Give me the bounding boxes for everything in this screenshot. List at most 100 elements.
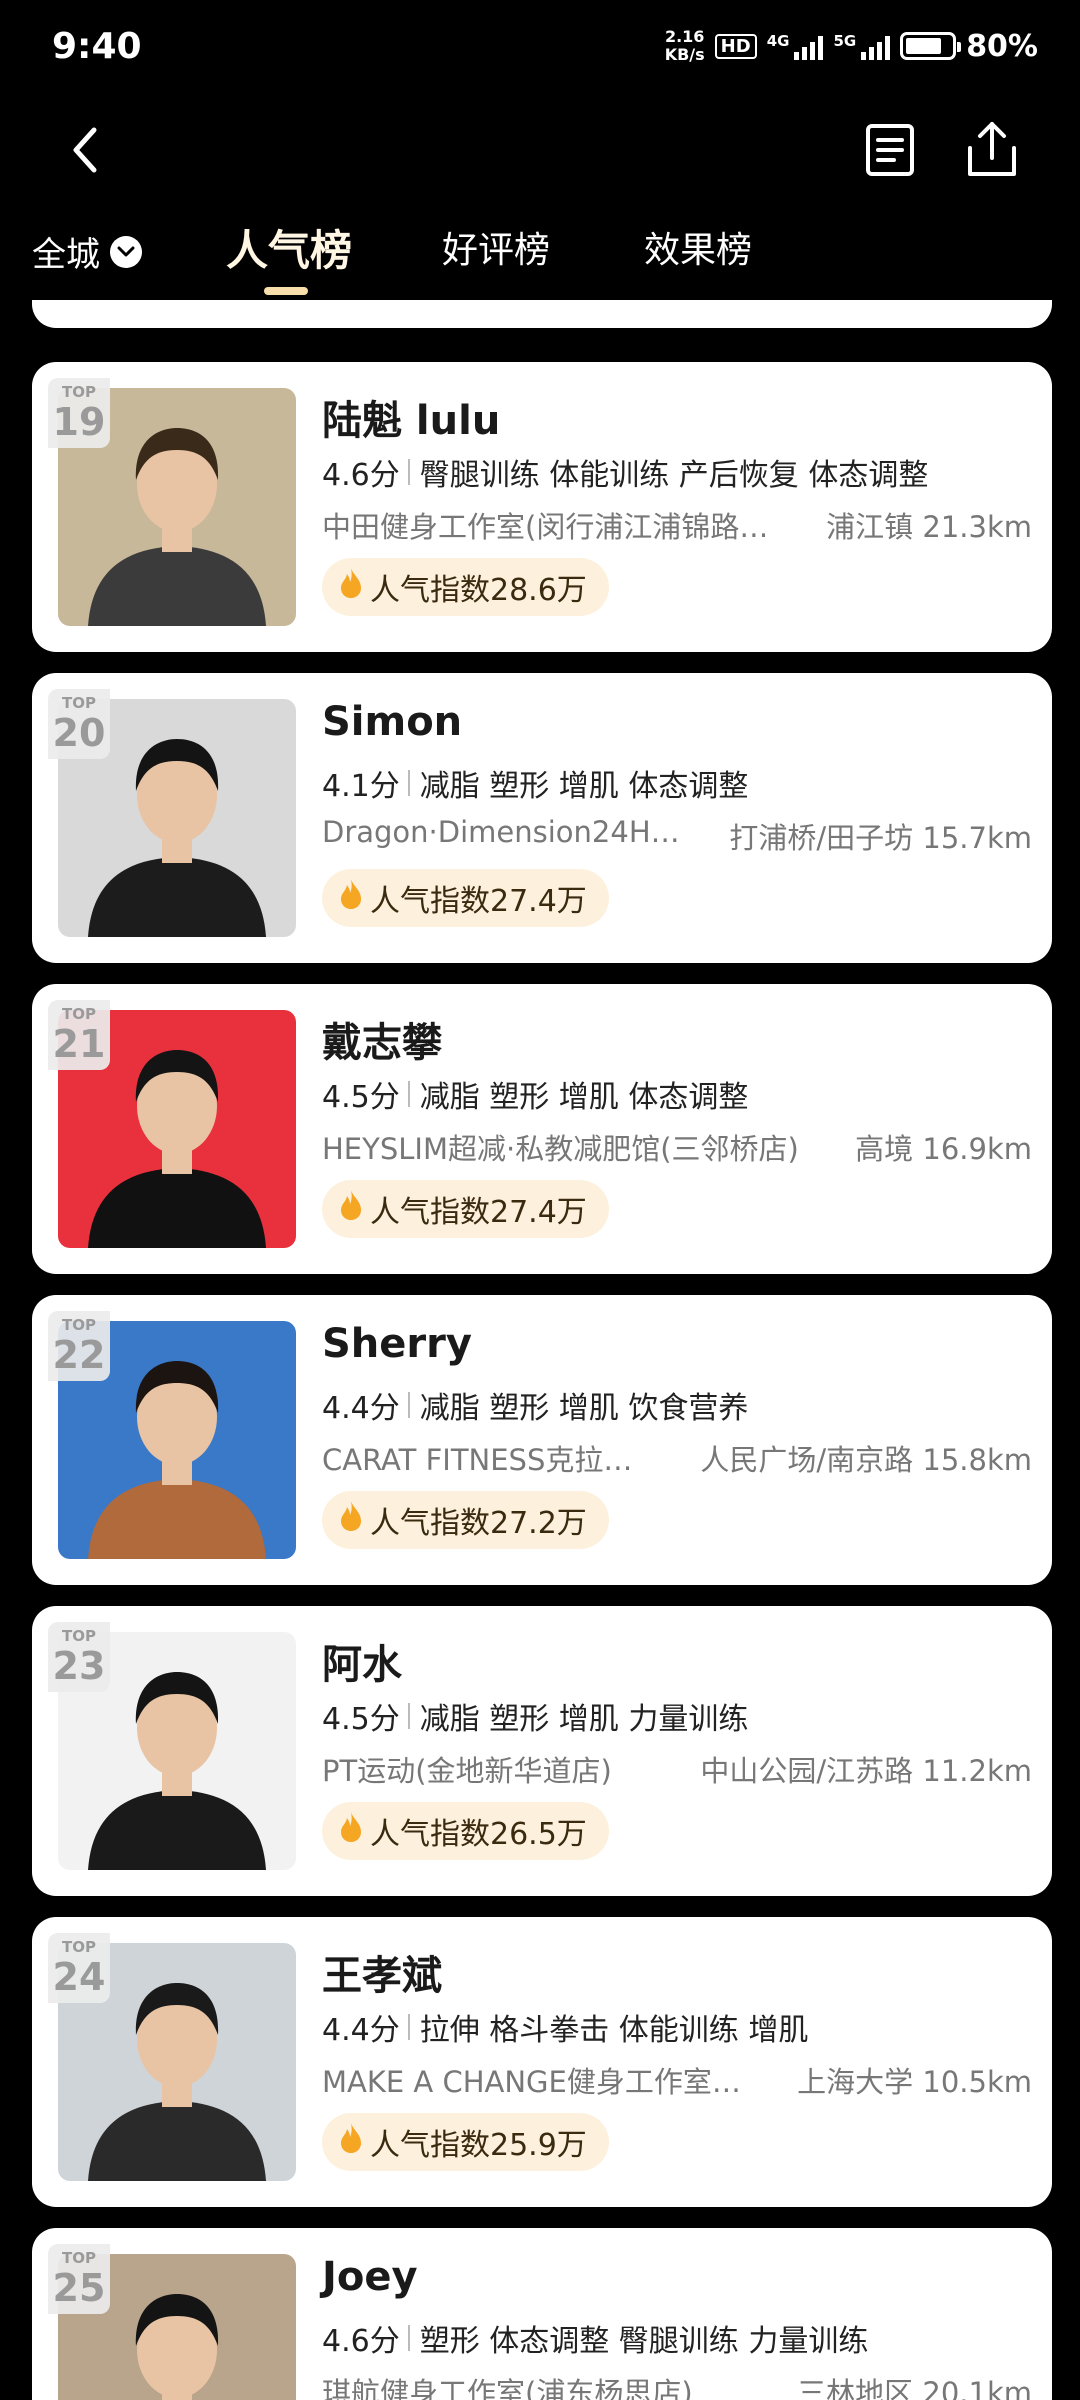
signal-5g-label: 5G — [833, 32, 857, 50]
flame-icon — [338, 1500, 364, 1540]
coach-meta: 4.6分 塑形 体态调整 臀腿训练 力量训练 — [322, 2316, 868, 2360]
ranking-tabs: 全城 人气榜 好评榜 效果榜 — [0, 205, 1080, 300]
flame-icon — [338, 567, 364, 607]
coach-card[interactable]: TOP 24 王孝斌 4.4分 拉伸 格斗拳击 体能训练 增肌 MAKE A CHANGE… — [32, 1917, 1052, 2207]
rank-top-label: TOP — [62, 383, 96, 401]
rank-number: 25 — [52, 2266, 106, 2310]
rank-top-label: TOP — [62, 1627, 96, 1645]
coach-rating: 4.6分 — [322, 458, 400, 493]
coach-meta: 4.5分 减脂 塑形 增肌 力量训练 — [322, 1694, 748, 1738]
gym-info: PT运动(金地新华道店) 中山公园/江苏路 11.2km — [322, 1748, 1032, 1790]
coach-tags: 臀腿训练 体能训练 产后恢复 体态调整 — [419, 458, 929, 493]
tab-good-reviews[interactable]: 好评榜 — [442, 221, 550, 273]
battery-icon — [900, 32, 962, 60]
gym-location-distance: 浦江镇 21.3km — [826, 510, 1032, 544]
status-indicators: 2.16 KB/s HD 4G 5G 80% — [665, 28, 1038, 64]
rank-top-label: TOP — [62, 2249, 96, 2267]
gym-name: 琪航健身工作室(浦东杨思店) — [322, 2376, 693, 2400]
gym-name: CARAT FITNESS克拉… — [322, 1443, 633, 1477]
flame-icon — [338, 878, 364, 918]
gym-info: HEYSLIM超减·私教减肥馆(三邻桥店) 高境 16.9km — [322, 1126, 1032, 1168]
rank-number: 22 — [52, 1333, 106, 1377]
network-speed-unit: KB/s — [664, 45, 705, 64]
coach-card[interactable]: TOP 22 Sherry 4.4分 减脂 塑形 增肌 饮食营养 CARAT FITNES… — [32, 1295, 1052, 1585]
coach-tags: 塑形 体态调整 臀腿训练 力量训练 — [419, 2324, 869, 2359]
rules-document-button[interactable] — [862, 122, 918, 178]
battery-percent: 80% — [966, 28, 1038, 64]
coach-card[interactable]: TOP 23 阿水 4.5分 减脂 塑形 增肌 力量训练 PT运动(金地新华道店) 中山公园… — [32, 1606, 1052, 1896]
coach-name: Simon — [322, 699, 463, 745]
rank-badge: TOP 23 — [48, 1622, 110, 1692]
coach-meta: 4.4分 减脂 塑形 增肌 饮食营养 — [322, 1383, 748, 1427]
chevron-left-icon — [73, 127, 97, 173]
popularity-index: 人气指数27.4万 — [370, 1195, 587, 1230]
rank-number: 20 — [52, 711, 106, 755]
popularity-badge: 人气指数27.4万 — [322, 869, 609, 927]
rank-number: 24 — [52, 1955, 106, 1999]
coach-meta: 4.4分 拉伸 格斗拳击 体能训练 增肌 — [322, 2005, 808, 2049]
popularity-index: 人气指数27.4万 — [370, 884, 587, 919]
coach-card[interactable]: TOP 19 陆魁 lulu 4.6分 臀腿训练 体能训练 产后恢复 体态调整中田健身工… — [32, 362, 1052, 652]
tab-results[interactable]: 效果榜 — [644, 221, 752, 273]
document-icon — [866, 124, 914, 176]
share-icon — [968, 122, 1016, 176]
share-button[interactable] — [964, 120, 1020, 180]
meta-divider — [407, 1703, 410, 1729]
rank-badge: TOP 24 — [48, 1933, 110, 2003]
coach-list[interactable]: TOP 19 陆魁 lulu 4.6分 臀腿训练 体能训练 产后恢复 体态调整 中田健身工… — [32, 300, 1052, 2400]
gym-name: PT运动(金地新华道店) — [322, 1754, 612, 1788]
coach-rating: 4.6分 — [322, 2324, 400, 2359]
coach-name: 戴志攀 — [322, 1020, 442, 1066]
rank-badge: TOP 19 — [48, 378, 110, 448]
coach-tags: 减脂 塑形 增肌 体态调整 — [419, 1080, 749, 1115]
back-button[interactable] — [60, 122, 116, 178]
rank-number: 21 — [52, 1022, 106, 1066]
active-tab-indicator — [264, 287, 308, 295]
battery-fill — [906, 38, 942, 54]
coach-name: Joey — [322, 2254, 418, 2300]
coach-tags: 减脂 塑形 增肌 体态调整 — [419, 769, 749, 804]
gym-info: 琪航健身工作室(浦东杨思店) 三林地区 20.1km — [322, 2370, 1032, 2400]
previous-card-bottom — [32, 300, 1052, 328]
status-bar: 9:40 2.16 KB/s HD 4G 5G 80% — [0, 0, 1080, 100]
gym-name: HEYSLIM超减·私教减肥馆(三邻桥店) — [322, 1132, 799, 1166]
tab-popularity[interactable]: 人气榜 — [226, 217, 352, 278]
coach-name: 王孝斌 — [322, 1953, 442, 1999]
coach-rating: 4.5分 — [322, 1702, 400, 1737]
popularity-badge: 人气指数25.9万 — [322, 2113, 609, 2171]
gym-location-distance: 上海大学 10.5km — [797, 2065, 1032, 2099]
meta-divider — [407, 2325, 410, 2351]
gym-name: 中田健身工作室(闵行浦江浦锦路… — [322, 510, 769, 544]
meta-divider — [407, 770, 410, 796]
popularity-badge: 人气指数27.4万 — [322, 1180, 609, 1238]
coach-card[interactable]: TOP 20 Simon 4.1分 减脂 塑形 增肌 体态调整 Dragon·Dimens… — [32, 673, 1052, 963]
coach-tags: 减脂 塑形 增肌 力量训练 — [419, 1702, 749, 1737]
popularity-badge: 人气指数28.6万 — [322, 558, 609, 616]
signal-4g-icon: 4G — [767, 32, 824, 60]
coach-meta: 4.1分 减脂 塑形 增肌 体态调整 — [322, 761, 748, 805]
coach-card[interactable]: TOP 21 戴志攀 4.5分 减脂 塑形 增肌 体态调整 HEYSLIM超减·私教减肥馆… — [32, 984, 1052, 1274]
meta-divider — [407, 459, 410, 485]
popularity-index: 人气指数26.5万 — [370, 1817, 587, 1852]
meta-divider — [407, 2014, 410, 2040]
rank-top-label: TOP — [62, 1938, 96, 1956]
popularity-badge: 人气指数27.2万 — [322, 1491, 609, 1549]
gym-location-distance: 人民广场/南京路 15.8km — [700, 1443, 1032, 1477]
city-filter-dropdown[interactable]: 全城 — [32, 227, 142, 276]
gym-location-distance: 打浦桥/田子坊 15.7km — [729, 821, 1032, 855]
flame-icon — [338, 1811, 364, 1851]
signal-5g-icon: 5G — [833, 32, 891, 60]
rank-badge: TOP 25 — [48, 2244, 110, 2314]
coach-meta: 4.5分 减脂 塑形 增肌 体态调整 — [322, 1072, 748, 1116]
hd-voice-icon: HD — [714, 33, 757, 59]
coach-name: 陆魁 lulu — [322, 398, 501, 444]
coach-card[interactable]: TOP 25 Joey 4.6分 塑形 体态调整 臀腿训练 力量训练琪航健身工作室(浦东… — [32, 2228, 1052, 2400]
rank-number: 23 — [52, 1644, 106, 1688]
rank-badge: TOP 22 — [48, 1311, 110, 1381]
status-time: 9:40 — [52, 26, 142, 67]
coach-rating: 4.5分 — [322, 1080, 400, 1115]
coach-rating: 4.4分 — [322, 1391, 400, 1426]
gym-location-distance: 三林地区 20.1km — [797, 2376, 1032, 2400]
nav-bar — [0, 100, 1080, 200]
coach-rating: 4.1分 — [322, 769, 400, 804]
